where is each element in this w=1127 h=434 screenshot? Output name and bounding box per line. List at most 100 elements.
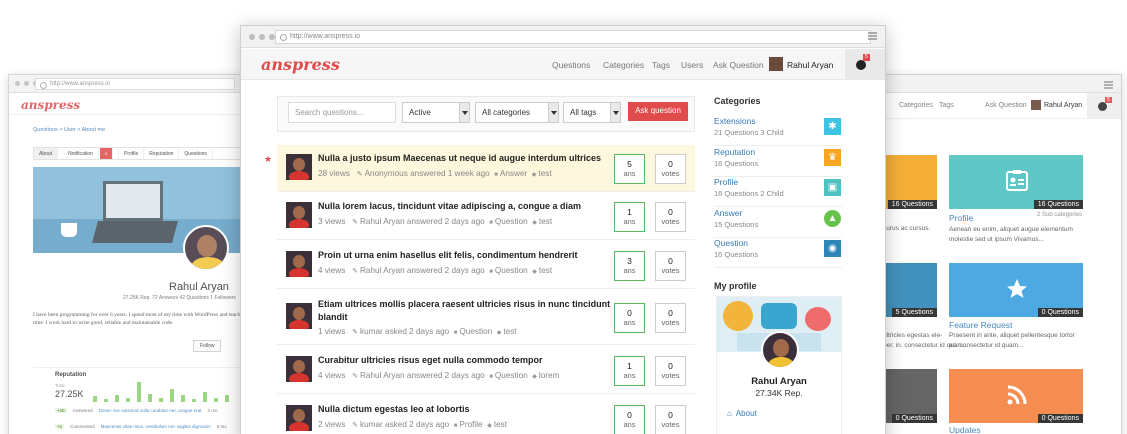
question-category[interactable]: Profile <box>454 420 483 429</box>
reputation-bar <box>192 399 196 402</box>
avatar[interactable] <box>286 154 312 180</box>
sidebar-category-reputation[interactable]: Reputation 16 Questions ♛ <box>714 146 842 177</box>
tab-reputation[interactable]: Reputation <box>144 148 180 159</box>
question-tag[interactable]: test <box>497 327 517 336</box>
status-select[interactable]: Active <box>402 102 470 123</box>
tags-select[interactable]: All tags <box>563 102 621 123</box>
avatar[interactable] <box>286 405 312 431</box>
question-title[interactable]: Nulla lorem lacus, tincidunt vitae adipi… <box>318 200 614 213</box>
profile-name[interactable]: Rahul Aryan <box>717 376 841 387</box>
question-tag[interactable]: test <box>532 169 552 178</box>
reputation-link[interactable]: Maecenas vitae risus, vestibulum nec sag… <box>101 424 211 429</box>
avatar[interactable] <box>761 331 799 369</box>
tab-notification[interactable]: Notification 3 <box>58 148 120 160</box>
user-name[interactable]: Rahul Aryan <box>1044 102 1082 109</box>
question-category[interactable]: Question <box>454 327 492 336</box>
avatar[interactable] <box>286 303 312 329</box>
category-select[interactable]: All categories <box>475 102 559 123</box>
category-tile-updates[interactable]: 0 Questions <box>949 369 1083 423</box>
nav-categories[interactable]: Categories <box>603 60 644 70</box>
nav-ask-question[interactable]: Ask Question <box>713 60 764 70</box>
activity[interactable]: Rahul Aryan answered 2 days ago <box>352 371 485 380</box>
tab-questions[interactable]: Questions <box>179 148 213 159</box>
category-name[interactable]: Profile <box>714 177 738 187</box>
ask-question-button[interactable]: Ask question <box>628 102 688 121</box>
sidebar-category-profile[interactable]: Profile 16 Questions 2 Child ▣ <box>714 176 842 207</box>
question-row[interactable]: Nulla lorem lacus, tincidunt vitae adipi… <box>277 193 695 240</box>
avatar[interactable] <box>1031 100 1041 110</box>
avatar[interactable] <box>286 356 312 382</box>
tile-title[interactable]: Feature Request <box>949 320 1012 330</box>
anspress-logo[interactable]: anspress <box>21 98 80 112</box>
nav-categories[interactable]: Categories <box>899 102 933 109</box>
question-row[interactable]: Nulla dictum egestas leo at lobortis 2 v… <box>277 396 695 434</box>
category-tile[interactable]: 5 Questions <box>879 263 937 317</box>
avatar[interactable] <box>183 225 229 271</box>
category-name[interactable]: Question <box>714 238 748 248</box>
question-title[interactable]: Nulla dictum egestas leo at lobortis <box>318 403 614 416</box>
notifications[interactable]: 5 <box>1087 93 1121 119</box>
question-tag[interactable]: lorem <box>532 371 559 380</box>
activity[interactable]: kumar asked 2 days ago <box>352 327 449 336</box>
avatar[interactable] <box>769 57 783 71</box>
tab-profile[interactable]: Profile <box>119 148 145 159</box>
avatar[interactable] <box>286 202 312 228</box>
reputation-link[interactable]: Donec nec euismod nulla curabitur nec co… <box>99 408 202 413</box>
activity[interactable]: Rahul Aryan answered 2 days ago <box>352 266 485 275</box>
category-tile-feature-request[interactable]: 0 Questions <box>949 263 1083 317</box>
tile-title[interactable]: Profile <box>949 213 973 223</box>
question-tag[interactable]: test <box>532 266 552 275</box>
category-tile[interactable]: 16 Questions <box>879 155 937 209</box>
vote-count: 0 votes <box>655 251 686 281</box>
avatar[interactable] <box>286 251 312 277</box>
menu-icon[interactable] <box>868 32 877 40</box>
notifications[interactable]: 5 <box>845 49 885 80</box>
question-tag[interactable]: test <box>532 217 552 226</box>
follow-button[interactable]: Follow <box>193 340 222 352</box>
tile-subcategories: 2 Sub categories <box>1037 212 1083 218</box>
question-title[interactable]: Proin ut urna enim hasellus elit felis, … <box>318 249 614 262</box>
question-row[interactable]: Curabitur ultricies risus eget nulla com… <box>277 347 695 394</box>
category-tile[interactable]: 0 Questions <box>879 369 937 423</box>
activity[interactable]: Anonymous answered 1 week ago <box>357 169 490 178</box>
tile-count: 16 Questions <box>887 200 937 209</box>
question-category[interactable]: Question <box>489 371 527 380</box>
user-name[interactable]: Rahul Aryan <box>787 60 833 70</box>
sidebar-category-question[interactable]: Question 16 Questions ◉ <box>714 237 842 268</box>
sidebar-category-extensions[interactable]: Extensions 21 Questions 3 Child ✱ <box>714 115 842 146</box>
category-name[interactable]: Extensions <box>714 116 756 126</box>
tab-about[interactable]: About <box>34 148 59 159</box>
question-row[interactable]: ★ Nulla a justo ipsum Maecenas ut neque … <box>264 145 695 192</box>
question-row[interactable]: Proin ut urna enim hasellus elit felis, … <box>277 242 695 289</box>
question-title[interactable]: Nulla a justo ipsum Maecenas ut neque id… <box>318 152 614 165</box>
question-category[interactable]: Answer <box>494 169 527 178</box>
activity[interactable]: kumar asked 2 days ago <box>352 420 449 429</box>
address-bar[interactable]: http://www.anspress.io <box>35 78 235 90</box>
tile-title[interactable]: Updates <box>949 425 981 434</box>
question-category[interactable]: Question <box>489 217 527 226</box>
category-name[interactable]: Answer <box>714 208 742 218</box>
category-tile-profile[interactable]: 16 Questions <box>949 155 1083 209</box>
question-title[interactable]: Etiam ultrices mollis placera raesent ul… <box>318 298 614 324</box>
category-name[interactable]: Reputation <box>714 147 755 157</box>
answer-count: 5 ans <box>614 154 645 184</box>
search-input[interactable]: Search questions... <box>288 102 396 123</box>
anspress-logo[interactable]: anspress <box>261 55 340 74</box>
sidebar-category-answer[interactable]: Answer 15 Questions ▲ <box>714 207 842 238</box>
profile-about-link[interactable]: ⌂ About <box>727 409 757 418</box>
nav-tags[interactable]: Tags <box>939 102 954 109</box>
nav-questions[interactable]: Questions <box>552 60 590 70</box>
window-controls[interactable] <box>249 34 275 40</box>
question-title[interactable]: Curabitur ultricies risus eget nulla com… <box>318 354 614 367</box>
menu-icon[interactable] <box>1104 81 1113 89</box>
address-bar[interactable]: http://www.anspress.io <box>275 30 871 44</box>
activity[interactable]: Rahul Aryan answered 2 days ago <box>352 217 485 226</box>
reputation-bar <box>159 398 163 402</box>
nav-tags[interactable]: Tags <box>652 60 670 70</box>
nav-ask-question[interactable]: Ask Question <box>985 102 1027 109</box>
question-row[interactable]: Etiam ultrices mollis placera raesent ul… <box>277 291 695 345</box>
breadcrumb[interactable]: Questions > User > About me <box>33 127 105 133</box>
nav-users[interactable]: Users <box>681 60 703 70</box>
question-tag[interactable]: test <box>487 420 507 429</box>
question-category[interactable]: Question <box>489 266 527 275</box>
